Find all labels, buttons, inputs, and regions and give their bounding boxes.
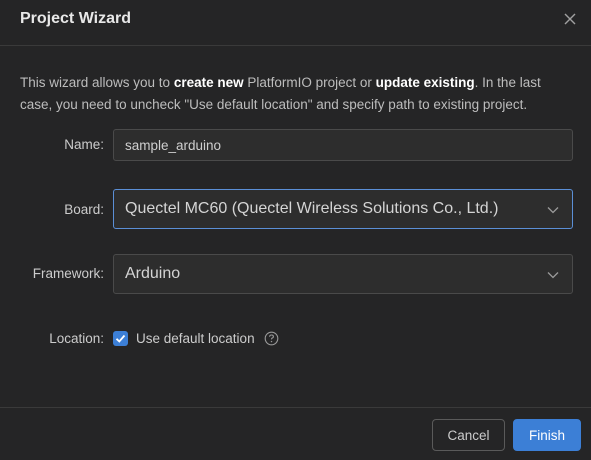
chevron-down-icon: [547, 272, 559, 279]
help-button[interactable]: [264, 331, 279, 346]
description-text-1: This wizard allows you to: [20, 75, 174, 90]
use-default-location-checkbox[interactable]: [113, 331, 128, 346]
description-bold-create-new: create new: [173, 75, 244, 90]
location-label-text: Location: [49, 331, 101, 346]
board-label-colon: :: [100, 202, 104, 217]
framework-label: Framework:: [33, 266, 104, 281]
question-circle-icon: [264, 331, 279, 346]
location-label-colon: :: [100, 331, 104, 346]
wizard-description: This wizard allows you to create new Pla…: [20, 72, 570, 116]
name-input[interactable]: [113, 129, 573, 161]
finish-button[interactable]: Finish: [513, 419, 581, 451]
close-icon: [564, 13, 576, 25]
use-default-location-label[interactable]: Use default location: [136, 331, 255, 346]
name-label-text: Name: [64, 137, 101, 152]
description-bold-update-existing: update existing: [375, 75, 475, 90]
project-wizard-dialog: Project Wizard This wizard allows you to…: [0, 0, 591, 460]
board-select[interactable]: Quectel MC60 (Quectel Wireless Solutions…: [113, 189, 573, 229]
chevron-down-icon: [547, 207, 559, 214]
dialog-title: Project Wizard: [20, 10, 131, 27]
dialog-header: Project Wizard: [0, 0, 591, 46]
description-text-2: PlatformIO project or: [243, 75, 376, 90]
checkmark-icon: [115, 334, 126, 343]
framework-label-colon: :: [100, 266, 104, 281]
framework-select-value: Arduino: [125, 265, 181, 282]
board-label-text: Board: [64, 202, 101, 217]
close-button[interactable]: [559, 8, 581, 30]
board-label: Board:: [64, 202, 104, 217]
framework-label-text: Framework: [32, 266, 101, 281]
name-label: Name:: [64, 137, 104, 152]
location-label: Location:: [49, 331, 104, 346]
dialog-footer: Cancel Finish: [0, 407, 591, 460]
name-label-colon: :: [100, 137, 104, 152]
cancel-button[interactable]: Cancel: [432, 419, 505, 451]
framework-select[interactable]: Arduino: [113, 254, 573, 294]
board-select-value: Quectel MC60 (Quectel Wireless Solutions…: [125, 200, 499, 217]
